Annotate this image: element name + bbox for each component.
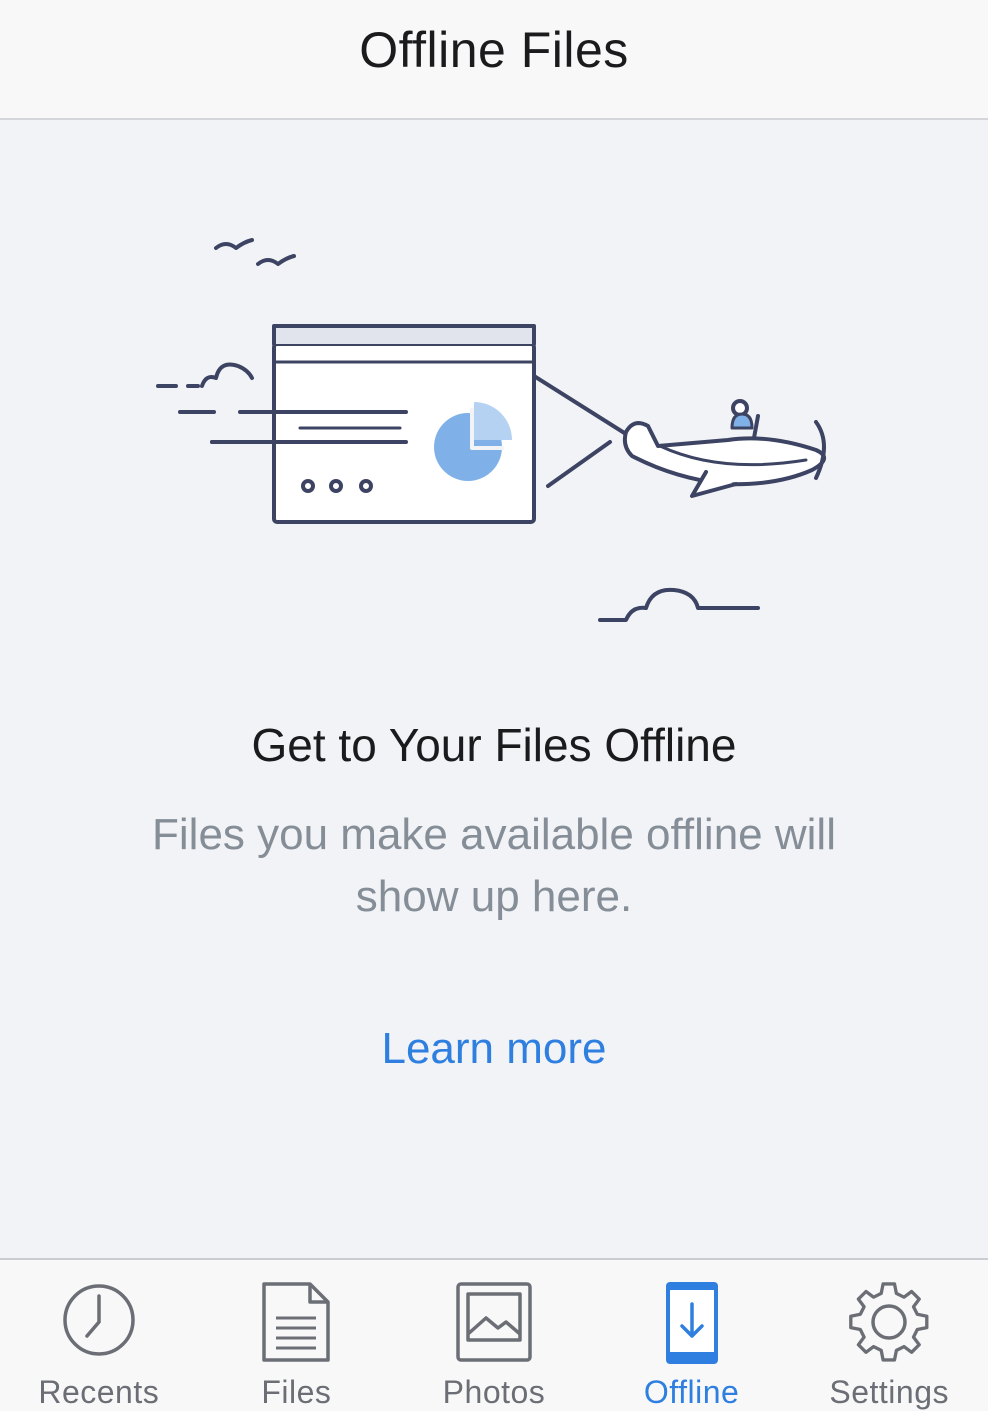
tab-offline[interactable]: Offline [593, 1260, 791, 1411]
document-icon [262, 1282, 331, 1362]
phone-download-icon [665, 1282, 718, 1364]
tab-label: Offline [643, 1374, 740, 1410]
empty-state-container: Get to Your Files Offline Files you make… [0, 120, 988, 1258]
empty-state-title: Get to Your Files Offline [251, 719, 737, 771]
tab-files[interactable]: Files [198, 1260, 396, 1411]
banner-document-icon [210, 324, 536, 524]
tab-photos[interactable]: Photos [395, 1260, 593, 1411]
tab-label: Recents [38, 1374, 160, 1410]
tab-label: Settings [829, 1374, 949, 1410]
clock-icon [63, 1284, 135, 1356]
tab-settings[interactable]: Settings [790, 1260, 988, 1411]
page-title: Offline Files [359, 22, 629, 78]
tab-bar: Recents Files Photos Offline Settings [0, 1258, 988, 1411]
learn-more-link[interactable]: Learn more [0, 1024, 988, 1074]
cloud-icon [598, 587, 760, 622]
airplane-icon [622, 399, 826, 498]
gear-icon [849, 1282, 929, 1362]
birds-icon [214, 238, 296, 266]
speed-lines-icon [156, 362, 254, 444]
photo-icon [456, 1282, 532, 1362]
tab-recents[interactable]: Recents [0, 1260, 198, 1411]
tab-label: Files [261, 1374, 332, 1410]
tab-label: Photos [442, 1374, 546, 1410]
navigation-bar: Offline Files [0, 0, 988, 120]
airplane-banner-illustration [156, 238, 826, 622]
empty-state-description: Files you make available offline will sh… [152, 810, 836, 921]
